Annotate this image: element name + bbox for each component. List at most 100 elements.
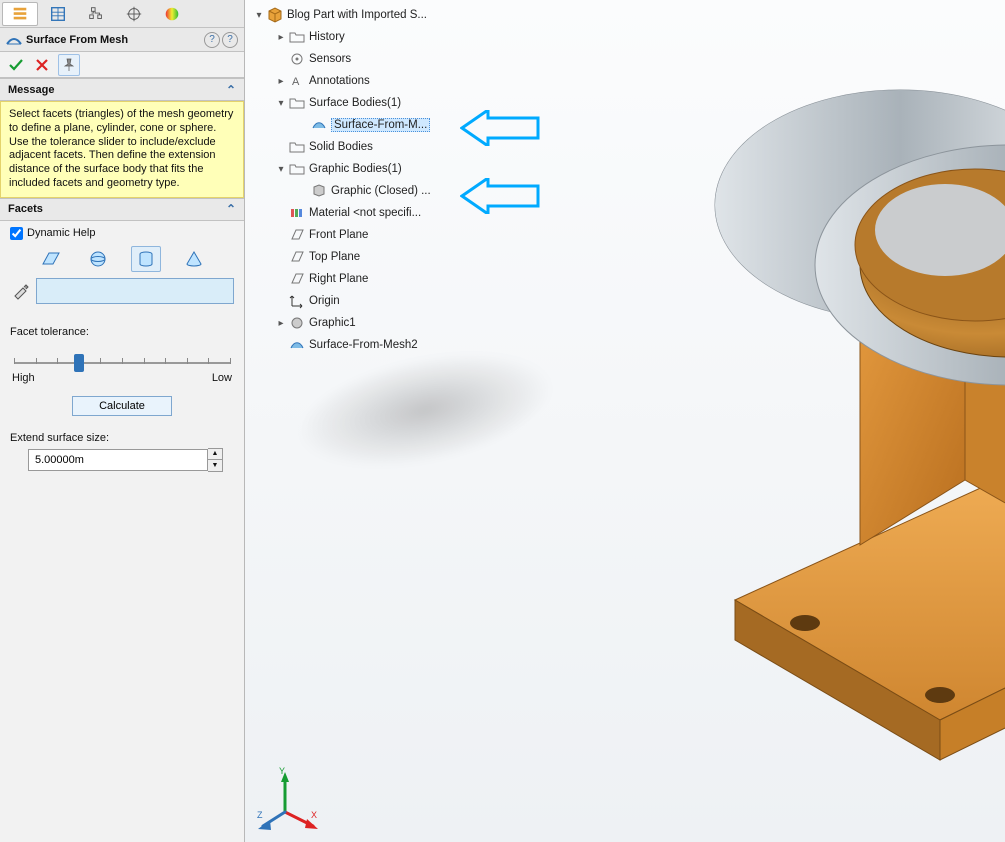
- tree-front-plane[interactable]: Front Plane: [253, 224, 431, 246]
- expander-icon[interactable]: ▾: [253, 10, 265, 21]
- expander-icon[interactable]: ▸: [275, 76, 287, 87]
- shape-type-row: [10, 246, 234, 272]
- callout-arrow-icon: [460, 178, 540, 214]
- expander-icon[interactable]: ▾: [275, 98, 287, 109]
- dynamic-help-checkbox[interactable]: Dynamic Help: [10, 227, 234, 240]
- facet-tolerance-group: Facet tolerance: High Low Calculate: [0, 318, 244, 426]
- tree-label: Surface-From-M...: [331, 118, 430, 132]
- tab-dimxpert-manager[interactable]: [116, 2, 152, 26]
- tree-surface-from-mesh[interactable]: Surface-From-M...: [253, 114, 431, 136]
- orientation-triad[interactable]: Y X Z: [255, 764, 325, 834]
- message-text: Select facets (triangles) of the mesh ge…: [0, 101, 244, 198]
- plane-shape-button[interactable]: [35, 246, 65, 272]
- tree-sensors[interactable]: Sensors: [253, 48, 431, 70]
- tree-label: Right Plane: [309, 273, 368, 285]
- extend-surface-label: Extend surface size:: [10, 432, 234, 444]
- tree-root[interactable]: ▾ Blog Part with Imported S...: [253, 4, 431, 26]
- model-3d[interactable]: [545, 40, 1005, 800]
- tree-solid-bodies[interactable]: Solid Bodies: [253, 136, 431, 158]
- tree-top-plane[interactable]: Top Plane: [253, 246, 431, 268]
- sphere-shape-button[interactable]: [83, 246, 113, 272]
- material-icon: [288, 204, 306, 222]
- section-facets-header[interactable]: Facets ⌃: [0, 199, 244, 221]
- paint-select-button[interactable]: [10, 280, 32, 302]
- part-icon: [266, 6, 284, 24]
- help-icon[interactable]: ?: [222, 32, 238, 48]
- tolerance-high-label: High: [12, 372, 35, 384]
- tree-label: Graphic (Closed) ...: [331, 185, 431, 197]
- solid-folder-icon: [288, 138, 306, 156]
- confirm-row: [0, 52, 244, 78]
- feature-titlebar: Surface From Mesh ? ?: [0, 28, 244, 52]
- expander-icon[interactable]: ▸: [275, 318, 287, 329]
- tree-label: Origin: [309, 295, 340, 307]
- cone-shape-button[interactable]: [179, 246, 209, 272]
- plane-icon: [288, 248, 306, 266]
- section-message-label: Message: [8, 84, 54, 96]
- ok-button[interactable]: [6, 55, 26, 75]
- tree-surface-from-mesh2[interactable]: Surface-From-Mesh2: [253, 334, 431, 356]
- origin-icon: [288, 292, 306, 310]
- help-prev-icon[interactable]: ?: [204, 32, 220, 48]
- dynamic-help-label: Dynamic Help: [27, 227, 95, 239]
- dynamic-help-input[interactable]: [10, 227, 23, 240]
- expander-icon[interactable]: ▾: [275, 164, 287, 175]
- cylinder-shape-button[interactable]: [131, 246, 161, 272]
- section-message: Message ⌃ Select facets (triangles) of t…: [0, 78, 244, 198]
- annotations-icon: A: [288, 72, 306, 90]
- surface-icon: [310, 116, 328, 134]
- surface-icon: [288, 336, 306, 354]
- tolerance-low-label: Low: [212, 372, 232, 384]
- extend-surface-input[interactable]: [28, 449, 208, 471]
- tree-label: History: [309, 31, 345, 43]
- graphic-body-icon: [310, 182, 328, 200]
- spinner-up[interactable]: ▲: [208, 449, 222, 460]
- cancel-button[interactable]: [32, 55, 52, 75]
- tree-label: Surface-From-Mesh2: [309, 339, 418, 351]
- extend-surface-group: Extend surface size: ▲ ▼: [0, 426, 244, 478]
- expander-icon[interactable]: ▸: [275, 32, 287, 43]
- section-message-header[interactable]: Message ⌃: [0, 79, 244, 101]
- tree-label: Sensors: [309, 53, 351, 65]
- tab-feature-manager[interactable]: [2, 2, 38, 26]
- tree-surface-bodies[interactable]: ▾ Surface Bodies(1): [253, 92, 431, 114]
- tree-origin[interactable]: Origin: [253, 290, 431, 312]
- surface-from-mesh-icon: [6, 32, 22, 48]
- tab-configuration-manager[interactable]: [78, 2, 114, 26]
- collapse-icon: ⌃: [226, 83, 236, 97]
- tree-graphic-bodies[interactable]: ▾ Graphic Bodies(1): [253, 158, 431, 180]
- triad-z-label: Z: [257, 810, 263, 820]
- graphic-feature-icon: [288, 314, 306, 332]
- plane-icon: [288, 226, 306, 244]
- tree-label: Material <not specifi...: [309, 207, 421, 219]
- tree-graphic1[interactable]: ▸ Graphic1: [253, 312, 431, 334]
- collapse-icon: ⌃: [226, 202, 236, 216]
- facet-selection-box[interactable]: [36, 278, 234, 304]
- surface-folder-icon: [288, 94, 306, 112]
- tree-graphic-closed[interactable]: Graphic (Closed) ...: [253, 180, 431, 202]
- facet-tolerance-label: Facet tolerance:: [10, 326, 234, 338]
- tree-label: Graphic1: [309, 317, 356, 329]
- panel-tabstrip: [0, 0, 244, 28]
- extend-spinner: ▲ ▼: [208, 448, 223, 472]
- callout-arrow-icon: [460, 110, 540, 146]
- tree-material[interactable]: Material <not specifi...: [253, 202, 431, 224]
- tree-label: Top Plane: [309, 251, 360, 263]
- tree-right-plane[interactable]: Right Plane: [253, 268, 431, 290]
- pin-button[interactable]: [58, 54, 80, 76]
- tree-root-label: Blog Part with Imported S...: [287, 9, 427, 21]
- tree-label: Surface Bodies(1): [309, 97, 401, 109]
- feature-title: Surface From Mesh: [26, 34, 202, 46]
- spinner-down[interactable]: ▼: [208, 460, 222, 471]
- tab-property-manager[interactable]: [40, 2, 76, 26]
- tree-annotations[interactable]: ▸ A Annotations: [253, 70, 431, 92]
- tolerance-slider[interactable]: [14, 348, 230, 368]
- tree-history[interactable]: ▸ History: [253, 26, 431, 48]
- section-facets: Facets ⌃ Dynamic Help: [0, 198, 244, 318]
- property-manager-panel: Surface From Mesh ? ? Message ⌃ Select f…: [0, 0, 245, 842]
- tolerance-thumb[interactable]: [74, 354, 84, 372]
- graphics-viewport[interactable]: ▾ Blog Part with Imported S... ▸ History…: [245, 0, 1005, 842]
- folder-icon: [288, 28, 306, 46]
- calculate-button[interactable]: Calculate: [72, 396, 172, 416]
- tab-display-manager[interactable]: [154, 2, 190, 26]
